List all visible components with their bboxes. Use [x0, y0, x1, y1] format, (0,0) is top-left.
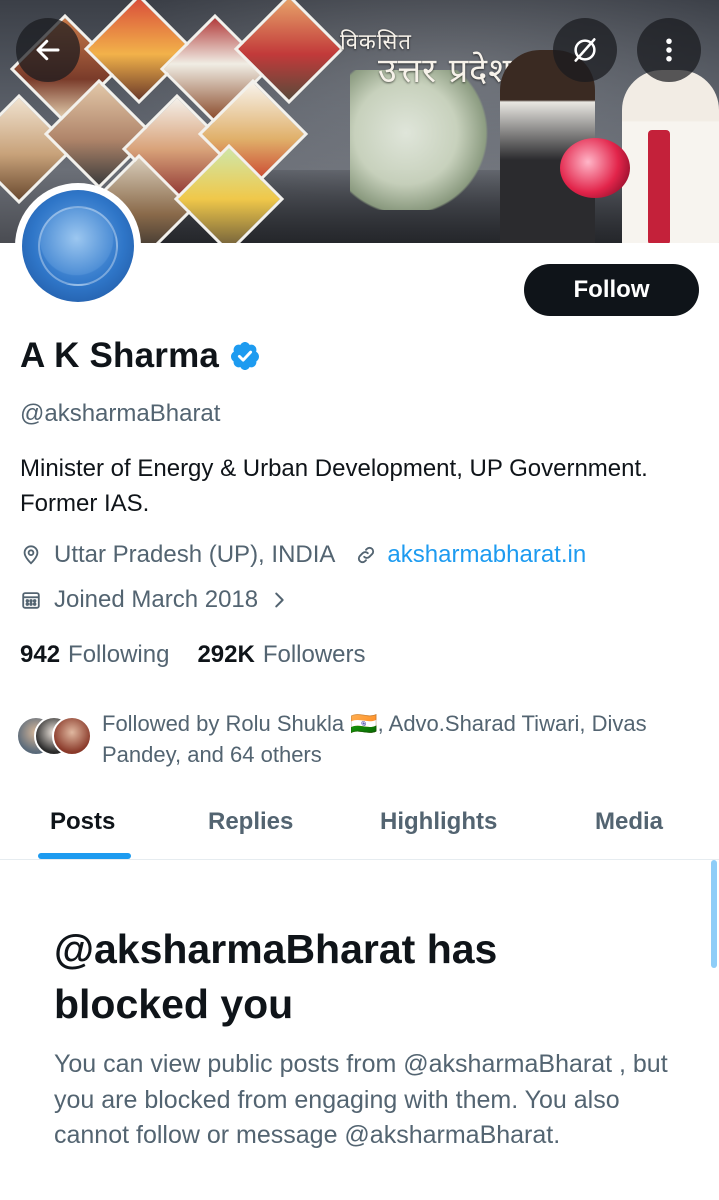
calendar-icon: [22, 592, 40, 609]
banner-bouquet: [560, 138, 630, 198]
follower-avatar: [52, 716, 92, 756]
back-arrow-icon: [36, 39, 60, 61]
profile-location: Uttar Pradesh (UP), INDIA: [54, 541, 336, 568]
tab-media[interactable]: Media: [595, 808, 663, 836]
active-tab-indicator: [38, 853, 131, 859]
following-label: Following: [68, 641, 170, 668]
banner-title: विकसित उत्तर प्रदेश: [340, 30, 513, 91]
verified-badge-icon[interactable]: [229, 340, 261, 372]
profile-handle: @aksharmaBharat: [20, 400, 221, 427]
tab-replies[interactable]: Replies: [208, 808, 293, 836]
avatar[interactable]: [15, 183, 141, 309]
banner-map-graphic: [350, 70, 490, 210]
profile-name-row: A K Sharma: [20, 336, 261, 376]
profile-bio: Minister of Energy & Urban Development, …: [20, 455, 648, 517]
banner-person-right: [622, 70, 719, 243]
link-icon: [358, 546, 375, 564]
followers-stat[interactable]: 292K Followers: [197, 641, 365, 669]
banner-stole: [648, 130, 670, 243]
profile-meta-location-row: Uttar Pradesh (UP), INDIA aksharmabharat…: [20, 541, 586, 569]
location-pin-icon: [23, 545, 39, 565]
avatar-image: [22, 190, 134, 302]
banner-title-line2: उत्तर प्रदेश: [378, 51, 513, 91]
grok-icon: [574, 38, 596, 62]
scrollbar[interactable]: [711, 860, 717, 968]
profile-website-link[interactable]: aksharmabharat.in: [387, 541, 586, 569]
more-vertical-icon: [666, 38, 672, 62]
back-button[interactable]: [16, 18, 80, 82]
tab-posts[interactable]: Posts: [50, 808, 115, 836]
followed-by-row[interactable]: Followed by Rolu Shukla 🇮🇳, Advo.Sharad …: [16, 708, 706, 770]
followers-count: 292K: [197, 641, 255, 668]
profile-joined: Joined March 2018: [54, 586, 259, 613]
profile-joined-row[interactable]: Joined March 2018: [20, 586, 302, 614]
following-stat[interactable]: 942 Following: [20, 641, 169, 669]
profile-stats: 942 Following 292K Followers: [20, 641, 394, 669]
chevron-right-icon: [275, 592, 284, 608]
followed-by-text: Followed by Rolu Shukla 🇮🇳, Advo.Sharad …: [102, 711, 647, 767]
profile-tabs: Posts Replies Highlights Media: [0, 790, 719, 860]
grok-button[interactable]: [553, 18, 617, 82]
following-count: 942: [20, 641, 61, 668]
more-button[interactable]: [637, 18, 701, 82]
followers-label: Followers: [262, 641, 366, 668]
avatar-artwork: [38, 206, 118, 286]
blocked-title: @aksharmaBharat has blocked you: [54, 926, 498, 1027]
follow-button[interactable]: Follow: [524, 264, 699, 316]
followed-by-avatars: [16, 716, 98, 760]
blocked-body: You can view public posts from @aksharma…: [54, 1050, 668, 1149]
tab-highlights[interactable]: Highlights: [380, 808, 497, 836]
profile-name: A K Sharma: [20, 336, 220, 375]
